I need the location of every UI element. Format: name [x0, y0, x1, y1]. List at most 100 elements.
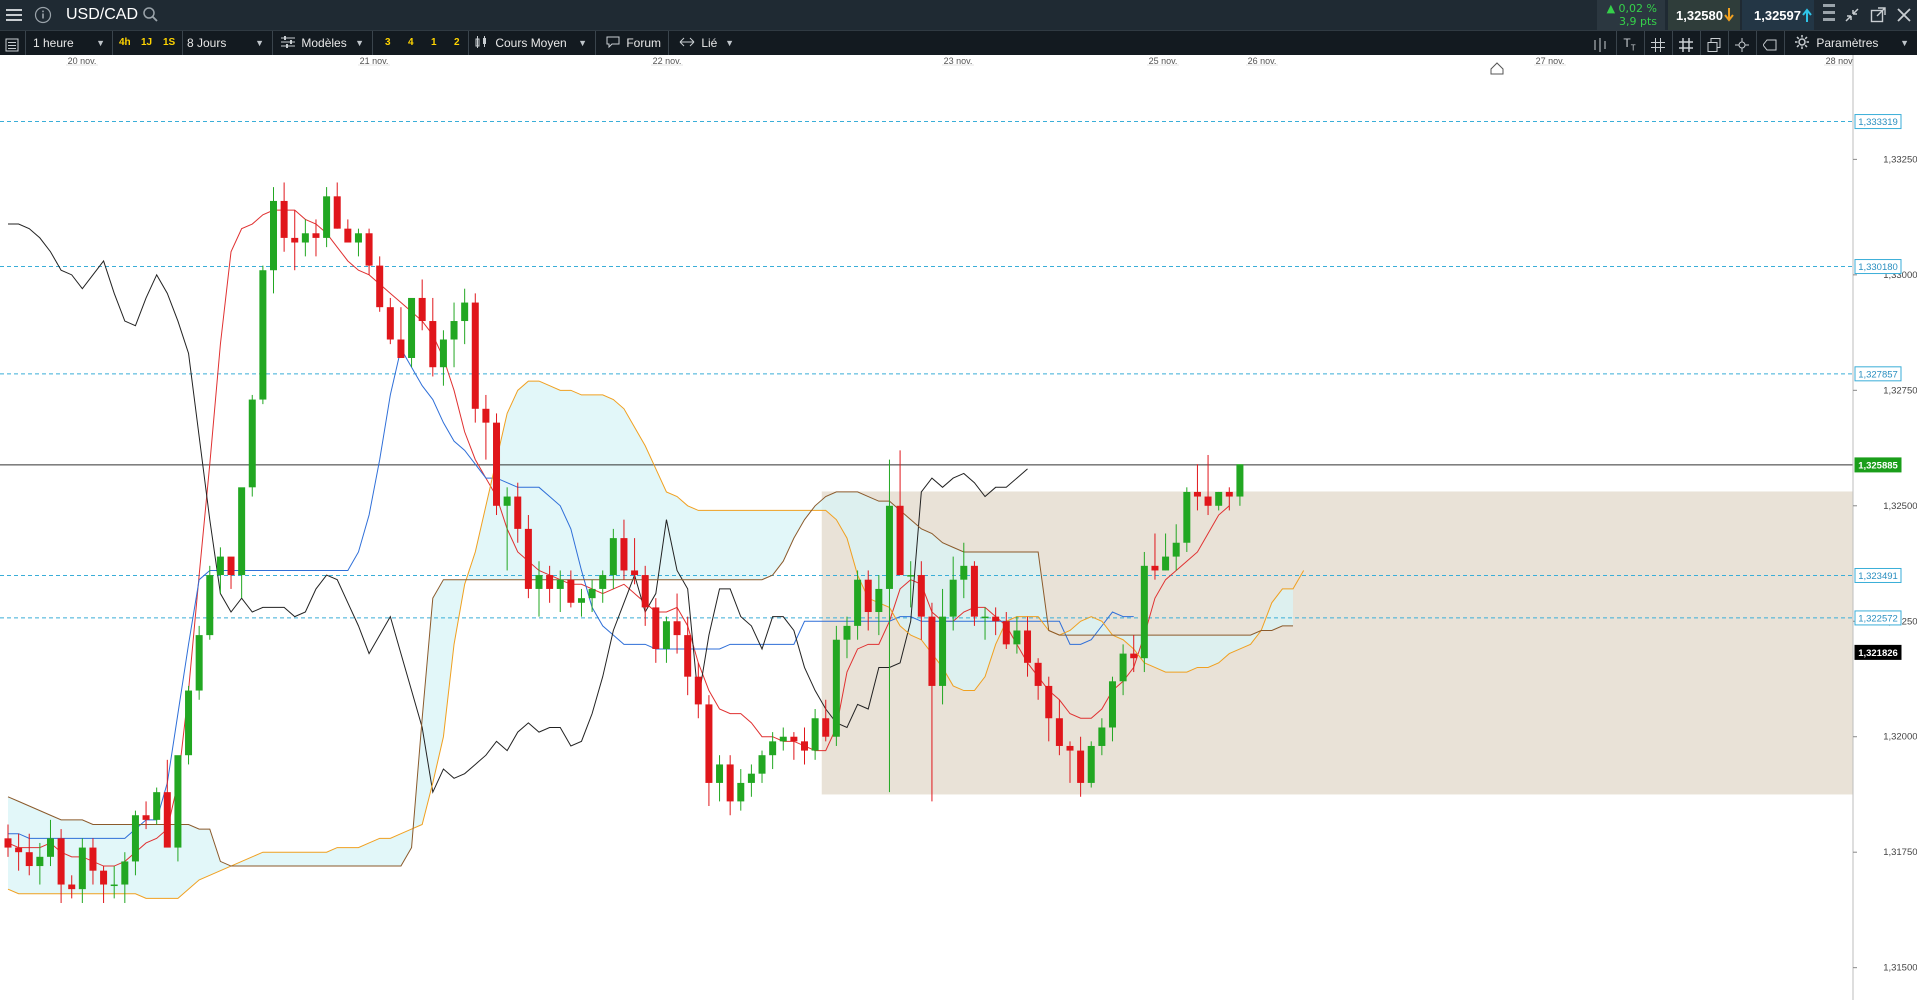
candle-body	[153, 792, 161, 820]
candle-body	[1236, 464, 1244, 497]
candle-body	[121, 861, 129, 885]
candle	[206, 565, 214, 640]
sliders-icon	[281, 36, 295, 48]
candle-body	[1013, 630, 1021, 645]
up-arrow-icon	[1802, 8, 1812, 22]
instrument-symbol[interactable]: USD/CAD	[66, 6, 138, 24]
candle	[312, 219, 320, 257]
layers-icon[interactable]	[1700, 31, 1726, 55]
eraser-icon[interactable]	[1756, 31, 1782, 55]
candle-body	[1130, 653, 1138, 659]
candle	[482, 394, 490, 460]
candle	[811, 709, 819, 760]
date-label: 23 nov.	[944, 56, 973, 66]
chevron-down-icon: ▼	[255, 38, 264, 48]
linked-dropdown[interactable]: Lié ▼	[668, 31, 740, 55]
search-icon[interactable]	[142, 6, 159, 27]
timeframe-label: 1 heure	[33, 36, 74, 50]
tf-4h-button[interactable]: 4h	[119, 31, 131, 55]
y-tick-label: 1,317500	[1883, 847, 1917, 858]
candle-body	[1151, 565, 1159, 571]
candle-body	[577, 598, 585, 603]
candle-body	[917, 575, 925, 617]
candle	[896, 450, 904, 576]
candle-body	[556, 579, 564, 589]
hash-grid-icon[interactable]	[1672, 31, 1698, 55]
candle	[493, 413, 501, 516]
candle-body	[726, 764, 734, 802]
candle	[779, 727, 787, 751]
candle-body	[1183, 491, 1191, 543]
candle-body	[386, 307, 394, 340]
layout-2-button[interactable]: 2	[454, 31, 460, 55]
chat-bubble-icon	[606, 36, 620, 49]
change-percent: ▲ 0,02 %	[1606, 2, 1657, 15]
info-icon[interactable]	[34, 6, 52, 28]
forum-button[interactable]: Forum	[595, 31, 667, 55]
bid-price-button[interactable]: 1,32580	[1668, 0, 1740, 30]
text-tool-icon[interactable]: TT	[1616, 31, 1642, 55]
candle-body	[206, 575, 214, 636]
candle-body	[1024, 630, 1032, 663]
candle-body	[535, 575, 543, 589]
down-arrow-icon	[1724, 8, 1734, 22]
candle-body	[885, 505, 893, 589]
candle-body	[100, 870, 108, 885]
candle	[301, 219, 309, 257]
timeframe-dropdown[interactable]: 1 heure ▼	[25, 31, 111, 55]
candle-body	[439, 339, 447, 368]
models-dropdown[interactable]: Modèles ▼	[272, 31, 370, 55]
candle	[684, 616, 692, 696]
range-dropdown[interactable]: 8 Jours ▼	[182, 31, 270, 55]
candle-body	[524, 528, 532, 589]
candle-body	[758, 755, 766, 774]
candle-body	[1034, 662, 1042, 686]
candle-body	[450, 321, 458, 340]
date-label: 21 nov.	[360, 56, 389, 66]
price-type-dropdown[interactable]: Cours Moyen ▼	[468, 31, 593, 55]
candle	[195, 625, 203, 700]
crosshair-icon[interactable]	[1728, 31, 1754, 55]
layout-1-button[interactable]: 1	[431, 31, 437, 55]
menu-icon[interactable]	[6, 7, 22, 26]
top-bar: USD/CAD ▲ 0,02 % 3,9 pts 1,32580 1,32597	[0, 0, 1917, 30]
candle-body	[238, 487, 246, 576]
candle-body	[1077, 750, 1085, 783]
candle	[323, 187, 331, 248]
candle-body	[1066, 745, 1074, 751]
candle-body	[737, 782, 745, 802]
ask-price-button[interactable]: 1,32597	[1742, 0, 1814, 30]
grid-icon[interactable]	[1644, 31, 1670, 55]
collapse-icon[interactable]	[1844, 7, 1860, 27]
chart-canvas[interactable]: 20 nov. 21 nov. 22 nov. 23 nov. 25 nov. 26 no…	[0, 55, 1917, 1000]
date-label: 22 nov.	[653, 56, 682, 66]
popout-icon[interactable]	[1870, 7, 1886, 27]
price-chart[interactable]: 20 nov. 21 nov. 22 nov. 23 nov. 25 nov. 26 no…	[0, 55, 1917, 1000]
layout-4-button[interactable]: 4	[408, 31, 414, 55]
level-label: 1,327857	[1858, 369, 1898, 380]
candle-body	[673, 621, 681, 636]
layout-3-button[interactable]: 3	[385, 31, 391, 55]
tf-1j-button[interactable]: 1J	[141, 31, 152, 55]
candle-body	[163, 792, 171, 848]
settings-button[interactable]: Paramètres ▼	[1784, 31, 1917, 55]
candle-body	[822, 718, 830, 737]
candle-body	[36, 856, 44, 867]
y-tick-label: 1,315000	[1883, 963, 1917, 974]
candle-body	[1204, 496, 1212, 506]
candle	[450, 302, 458, 368]
candle-body	[907, 575, 915, 577]
ask-price: 1,32597	[1754, 8, 1801, 23]
candle-body	[1193, 491, 1201, 497]
close-icon[interactable]	[1896, 7, 1912, 27]
candle-body	[270, 200, 277, 271]
candle	[705, 695, 713, 807]
tf-1s-button[interactable]: 1S	[163, 31, 175, 55]
candle	[970, 561, 978, 626]
candle	[333, 182, 341, 229]
candle-body	[1172, 542, 1180, 557]
link-arrows-icon	[679, 37, 695, 47]
candle	[737, 769, 745, 811]
candle	[163, 759, 171, 848]
candle-body	[1215, 491, 1223, 506]
